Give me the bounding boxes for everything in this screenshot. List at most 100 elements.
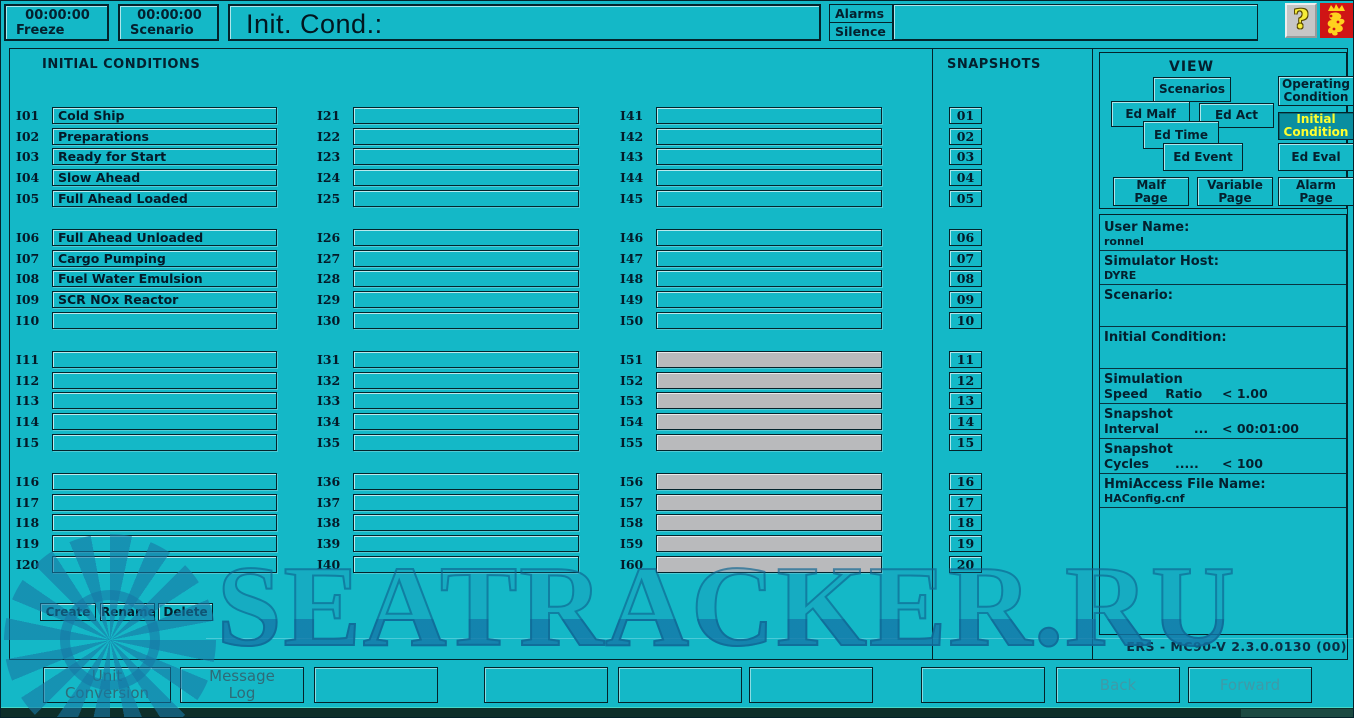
snapshot-button-15[interactable]: 15 [949, 434, 982, 451]
initial-condition-field-i23[interactable] [353, 148, 579, 165]
alarms-button[interactable]: Alarms [830, 5, 892, 23]
empty-slot-button[interactable] [921, 667, 1045, 703]
initial-condition-field-i02[interactable]: Preparations [52, 128, 277, 145]
initial-condition-field-i43[interactable] [656, 148, 882, 165]
empty-slot-button[interactable] [618, 667, 742, 703]
initial-condition-field-i42[interactable] [656, 128, 882, 145]
snapshot-button-18[interactable]: 18 [949, 514, 982, 531]
initial-condition-field-i22[interactable] [353, 128, 579, 145]
empty-slot-button[interactable] [749, 667, 873, 703]
info-label: Initial Condition: [1104, 331, 1342, 345]
forward-button[interactable]: Forward [1188, 667, 1312, 703]
view-button-initial-condition-active[interactable]: Initial Condition [1278, 112, 1354, 140]
initial-condition-field-i31[interactable] [353, 351, 579, 368]
initial-condition-field-i06[interactable]: Full Ahead Unloaded [52, 229, 277, 246]
initial-condition-field-i29[interactable] [353, 291, 579, 308]
initial-condition-field-i38[interactable] [353, 514, 579, 531]
view-button-malf-page[interactable]: Malf Page [1113, 177, 1189, 206]
initial-condition-field-i08[interactable]: Fuel Water Emulsion [52, 270, 277, 287]
rename-button[interactable]: Rename [100, 603, 155, 621]
initial-condition-field-i34[interactable] [353, 413, 579, 430]
snapshot-button-06[interactable]: 06 [949, 229, 982, 246]
initial-condition-field-i03[interactable]: Ready for Start [52, 148, 277, 165]
initial-condition-field-i46[interactable] [656, 229, 882, 246]
view-button-operating-condition[interactable]: Operating Condition [1278, 76, 1354, 106]
back-button[interactable]: Back [1056, 667, 1180, 703]
snapshot-button-17[interactable]: 17 [949, 494, 982, 511]
silence-button[interactable]: Silence [830, 23, 892, 40]
initial-condition-field-i37[interactable] [353, 494, 579, 511]
initial-condition-field-i39[interactable] [353, 535, 579, 552]
kongsberg-crest-icon[interactable] [1320, 3, 1353, 38]
unit-conversion-button[interactable]: Unit Conversion [43, 667, 171, 703]
empty-slot-button[interactable] [314, 667, 438, 703]
initial-condition-field-i48[interactable] [656, 270, 882, 287]
initial-condition-field-i16[interactable] [52, 473, 277, 490]
initial-condition-field-i15[interactable] [52, 434, 277, 451]
initial-condition-field-i32[interactable] [353, 372, 579, 389]
initial-condition-field-i12[interactable] [52, 372, 277, 389]
initial-condition-field-i04[interactable]: Slow Ahead [52, 169, 277, 186]
initial-condition-field-i09[interactable]: SCR NOx Reactor [52, 291, 277, 308]
snapshot-button-09[interactable]: 09 [949, 291, 982, 308]
initial-condition-field-i41[interactable] [656, 107, 882, 124]
initial-condition-field-i33[interactable] [353, 392, 579, 409]
initial-condition-field-i14[interactable] [52, 413, 277, 430]
snapshot-button-13[interactable]: 13 [949, 392, 982, 409]
view-button-alarm-page[interactable]: Alarm Page [1278, 177, 1354, 206]
initial-condition-field-i28[interactable] [353, 270, 579, 287]
field-id-label: I57 [620, 494, 656, 511]
snapshot-button-20[interactable]: 20 [949, 556, 982, 573]
snapshot-button-05[interactable]: 05 [949, 190, 982, 207]
initial-condition-field-i24[interactable] [353, 169, 579, 186]
view-button-scenarios[interactable]: Scenarios [1153, 77, 1231, 102]
snapshot-button-11[interactable]: 11 [949, 351, 982, 368]
initial-condition-field-i13[interactable] [52, 392, 277, 409]
initial-condition-field-i26[interactable] [353, 229, 579, 246]
initial-condition-field-i47[interactable] [656, 250, 882, 267]
snapshot-button-01[interactable]: 01 [949, 107, 982, 124]
initial-condition-row: I19 [16, 535, 277, 552]
initial-condition-field-i10[interactable] [52, 312, 277, 329]
view-button-ed-eval[interactable]: Ed Eval [1278, 143, 1354, 171]
initial-condition-field-i53 [656, 392, 882, 409]
create-button[interactable]: Create [40, 603, 96, 621]
snapshot-button-19[interactable]: 19 [949, 535, 982, 552]
initial-condition-field-i50[interactable] [656, 312, 882, 329]
snapshot-button-07[interactable]: 07 [949, 250, 982, 267]
initial-condition-field-i25[interactable] [353, 190, 579, 207]
empty-slot-button[interactable] [484, 667, 608, 703]
snapshot-button-16[interactable]: 16 [949, 473, 982, 490]
snapshot-button-02[interactable]: 02 [949, 128, 982, 145]
initial-condition-field-i17[interactable] [52, 494, 277, 511]
initial-condition-field-i01[interactable]: Cold Ship [52, 107, 277, 124]
help-icon[interactable]: ? [1285, 3, 1317, 38]
initial-condition-field-i49[interactable] [656, 291, 882, 308]
initial-condition-field-i05[interactable]: Full Ahead Loaded [52, 190, 277, 207]
initial-condition-field-i30[interactable] [353, 312, 579, 329]
scenario-button[interactable]: 00:00:00 Scenario [118, 4, 219, 41]
freeze-button[interactable]: 00:00:00 Freeze [4, 4, 109, 41]
snapshot-button-12[interactable]: 12 [949, 372, 982, 389]
view-button-ed-event[interactable]: Ed Event [1163, 143, 1243, 171]
initial-condition-field-i44[interactable] [656, 169, 882, 186]
initial-condition-field-i19[interactable] [52, 535, 277, 552]
snapshot-button-08[interactable]: 08 [949, 270, 982, 287]
initial-condition-field-i35[interactable] [353, 434, 579, 451]
initial-condition-field-i21[interactable] [353, 107, 579, 124]
initial-condition-field-i40[interactable] [353, 556, 579, 573]
initial-condition-field-i45[interactable] [656, 190, 882, 207]
delete-button[interactable]: Delete [158, 603, 213, 621]
initial-condition-field-i18[interactable] [52, 514, 277, 531]
initial-condition-field-i07[interactable]: Cargo Pumping [52, 250, 277, 267]
initial-condition-field-i27[interactable] [353, 250, 579, 267]
snapshot-button-14[interactable]: 14 [949, 413, 982, 430]
snapshot-button-03[interactable]: 03 [949, 148, 982, 165]
initial-condition-field-i11[interactable] [52, 351, 277, 368]
snapshot-button-10[interactable]: 10 [949, 312, 982, 329]
snapshot-button-04[interactable]: 04 [949, 169, 982, 186]
initial-condition-field-i20[interactable] [52, 556, 277, 573]
view-button-variable-page[interactable]: Variable Page [1197, 177, 1273, 206]
initial-condition-field-i36[interactable] [353, 473, 579, 490]
message-log-button[interactable]: Message Log [180, 667, 304, 703]
